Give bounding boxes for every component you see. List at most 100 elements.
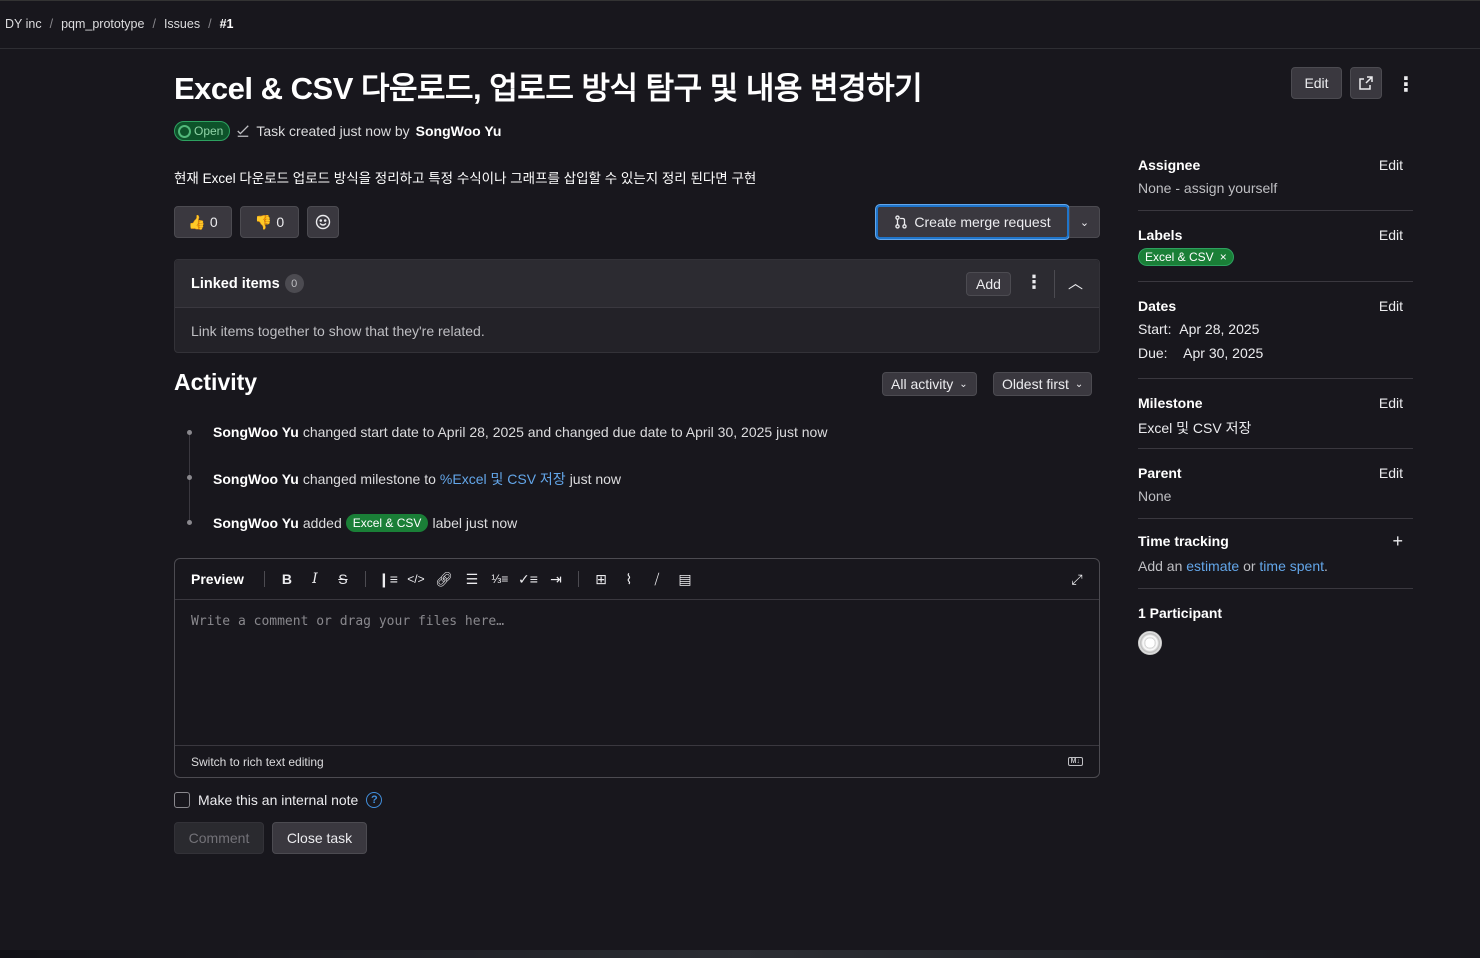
activity-note: SongWoo Yu changed start date to April 2…: [213, 424, 827, 440]
bullet-list-icon[interactable]: ☰: [458, 567, 486, 591]
collapse-chevron-icon[interactable]: ︿: [1068, 272, 1083, 293]
thumbs-up-button[interactable]: 👍 0: [174, 206, 232, 238]
add-time-icon[interactable]: +: [1392, 531, 1403, 552]
activity-heading: Activity: [174, 369, 258, 395]
link-icon[interactable]: 🔗︎: [430, 567, 458, 591]
breadcrumb-current[interactable]: #1: [220, 17, 234, 31]
issue-title: Excel & CSV 다운로드, 업로드 방식 탐구 및 내용 변경하기: [174, 71, 923, 106]
issue-description: 현재 Excel 다운로드 업로드 방식을 정리하고 특정 수식이나 그래프를 …: [174, 171, 757, 186]
time-tracking-title: Time tracking: [1138, 533, 1229, 549]
sort-order-dropdown[interactable]: Oldest first ⌄: [993, 372, 1093, 396]
parent-value: None: [1138, 488, 1172, 504]
add-reaction-button[interactable]: [307, 206, 339, 238]
label-badge[interactable]: Excel & CSV: [345, 514, 429, 532]
assignee-value[interactable]: None - assign yourself: [1138, 180, 1413, 196]
comment-button[interactable]: Comment: [174, 822, 264, 854]
more-actions-icon[interactable]: ⋮: [1396, 70, 1416, 98]
labels-section: Labels Edit Excel & CSV ×: [1138, 227, 1413, 282]
issue-meta: Open Task created just now by SongWoo Yu: [174, 121, 501, 141]
thumbs-down-button[interactable]: 👎 0: [240, 206, 299, 238]
estimate-link[interactable]: estimate: [1186, 558, 1239, 574]
label-badge[interactable]: Excel & CSV ×: [1138, 248, 1234, 266]
slash-command-icon[interactable]: ⧸: [643, 567, 671, 591]
milestone-title: Milestone: [1138, 395, 1203, 411]
internal-note-label[interactable]: Make this an internal note: [198, 792, 358, 808]
note-author[interactable]: SongWoo Yu: [213, 515, 299, 531]
internal-note-checkbox[interactable]: [174, 792, 190, 808]
merge-request-dropdown[interactable]: ⌄: [1069, 206, 1100, 238]
assignee-edit-button[interactable]: Edit: [1379, 157, 1403, 173]
close-task-button[interactable]: Close task: [272, 822, 367, 854]
milestone-section: Milestone Edit Excel 및 CSV 저장: [1138, 395, 1413, 449]
timeline-dot: [187, 430, 192, 435]
comment-template-icon[interactable]: ▤: [671, 567, 699, 591]
breadcrumb-issues[interactable]: Issues: [164, 17, 200, 31]
fullscreen-icon[interactable]: ⤢: [1063, 567, 1091, 591]
breadcrumb-project[interactable]: pqm_prototype: [61, 17, 144, 31]
attachment-icon[interactable]: ⌇: [615, 567, 643, 591]
merge-request-icon: [895, 215, 908, 229]
labels-edit-button[interactable]: Edit: [1379, 227, 1403, 243]
italic-icon[interactable]: I: [301, 567, 329, 591]
assignee-title: Assignee: [1138, 157, 1201, 173]
breadcrumb: DY inc / pqm_prototype / Issues / #1: [5, 17, 234, 31]
note-text: changed milestone to: [302, 471, 436, 487]
markdown-icon: M↓: [1067, 757, 1083, 766]
linked-items-count: 0: [284, 274, 304, 293]
chevron-down-icon: ⌄: [959, 378, 968, 390]
activity-filter-dropdown[interactable]: All activity ⌄: [882, 372, 977, 396]
milestone-link[interactable]: %Excel 및 CSV 저장: [440, 469, 566, 489]
note-text: label just now: [432, 515, 518, 531]
task-list-icon[interactable]: ✓≡: [514, 567, 542, 591]
smiley-icon: [315, 214, 331, 230]
avatar[interactable]: [1138, 631, 1162, 655]
note-text: changed start date to April 28, 2025 and…: [302, 424, 828, 440]
due-date: Due: Apr 30, 2025: [1138, 345, 1264, 361]
create-merge-request-button[interactable]: Create merge request: [876, 205, 1069, 239]
status-badge: Open: [174, 121, 231, 141]
timeline-dot: [187, 475, 192, 480]
parent-section: Parent Edit None: [1138, 465, 1413, 519]
chevron-down-icon: ⌄: [1079, 216, 1090, 229]
quote-icon[interactable]: ❙≡: [374, 567, 402, 591]
parent-title: Parent: [1138, 465, 1182, 481]
linked-items-empty: Link items together to show that they're…: [191, 323, 485, 339]
help-icon[interactable]: ?: [366, 792, 383, 808]
bold-icon[interactable]: B: [273, 567, 301, 591]
participants-section: 1 Participant: [1138, 605, 1222, 655]
note-author[interactable]: SongWoo Yu: [213, 424, 299, 440]
dates-edit-button[interactable]: Edit: [1379, 298, 1403, 314]
assignee-section: Assignee Edit None - assign yourself: [1138, 157, 1413, 211]
linked-items-more-icon[interactable]: ⋮: [1025, 272, 1043, 293]
edit-issue-button[interactable]: Edit: [1291, 67, 1342, 99]
divider: [1054, 270, 1055, 298]
collapsible-icon[interactable]: ⇥: [542, 567, 570, 591]
note-text: added: [302, 515, 342, 531]
milestone-value[interactable]: Excel 및 CSV 저장: [1138, 418, 1413, 438]
internal-note-row: Make this an internal note ?: [174, 792, 383, 808]
participants-title: 1 Participant: [1138, 605, 1223, 621]
bottom-edge: [0, 950, 1480, 958]
comment-textarea[interactable]: Write a comment or drag your files here…: [175, 600, 1099, 745]
time-tracking-help: Add an estimate or time spent.: [1138, 558, 1328, 574]
new-window-button[interactable]: [1350, 67, 1382, 99]
code-icon[interactable]: </>: [402, 567, 430, 591]
task-icon: [237, 125, 250, 137]
breadcrumb-group[interactable]: DY inc: [5, 17, 42, 31]
note-author[interactable]: SongWoo Yu: [213, 471, 299, 487]
open-status-icon: [178, 124, 191, 138]
note-text: just now: [569, 471, 622, 487]
author-link[interactable]: SongWoo Yu: [416, 123, 502, 139]
switch-rich-text-button[interactable]: Switch to rich text editing: [191, 755, 324, 769]
parent-edit-button[interactable]: Edit: [1379, 465, 1403, 481]
remove-icon[interactable]: ×: [1220, 250, 1227, 264]
milestone-edit-button[interactable]: Edit: [1379, 395, 1403, 411]
strikethrough-icon[interactable]: S: [329, 567, 357, 591]
preview-tab[interactable]: Preview: [191, 571, 244, 587]
numbered-list-icon[interactable]: ⅓≡: [486, 567, 514, 591]
time-spent-link[interactable]: time spent: [1259, 558, 1324, 574]
add-linked-item-button[interactable]: Add: [966, 272, 1011, 296]
table-icon[interactable]: ⊞: [587, 567, 615, 591]
dates-title: Dates: [1138, 298, 1177, 314]
dates-section: Dates Edit Start: Apr 28, 2025 Due: Apr …: [1138, 298, 1413, 379]
